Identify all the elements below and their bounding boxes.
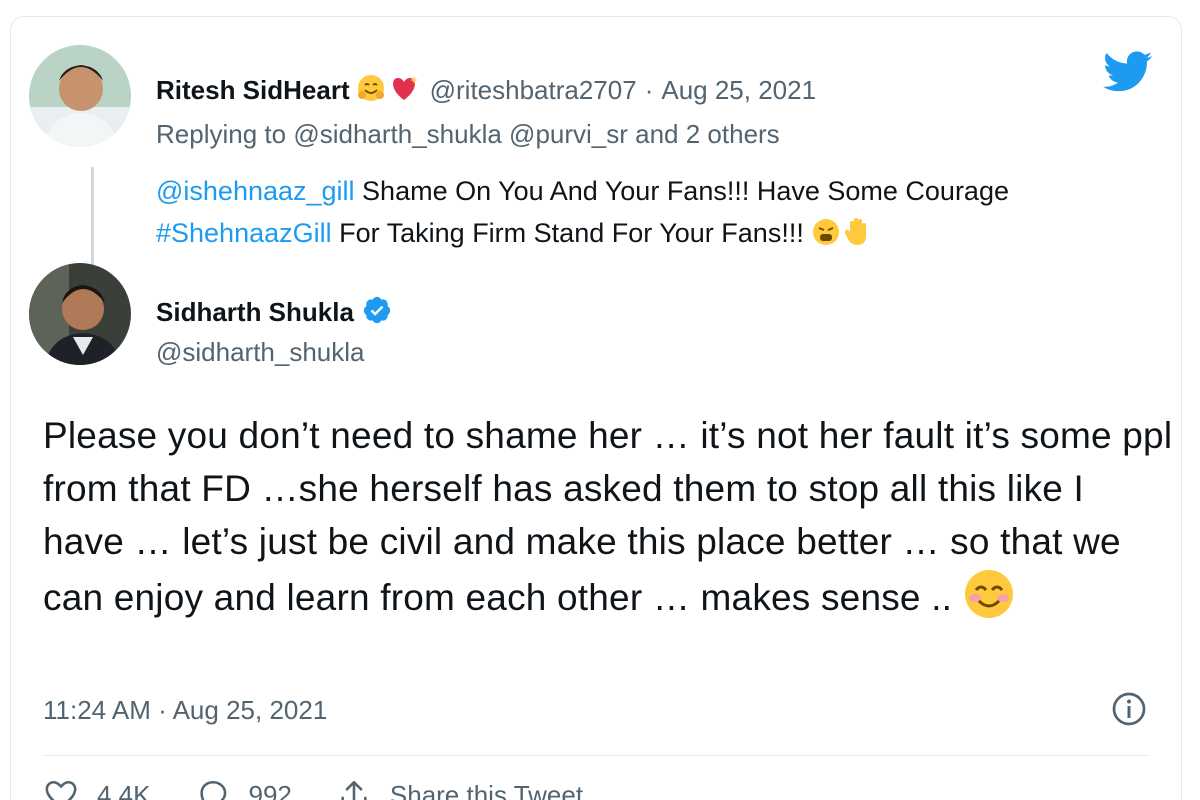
smiling-face-emoji-icon	[963, 568, 1015, 634]
heart-icon	[45, 780, 77, 800]
sparkling-heart-emoji-icon	[388, 73, 420, 108]
share-icon	[341, 780, 367, 800]
tweet-timestamp[interactable]: 11:24 AM · Aug 25, 2021	[43, 695, 327, 726]
reply-author-name[interactable]: Ritesh SidHeart	[156, 75, 350, 106]
replying-to-users[interactable]: @sidharth_shukla @purvi_sr and 2 others	[293, 119, 779, 149]
avatar-photo-icon	[29, 263, 131, 365]
reply-author-row: Ritesh SidHeart @riteshbatra2707 · Aug 2…	[156, 72, 816, 108]
twitter-bird-icon[interactable]	[1103, 51, 1153, 93]
like-button[interactable]: 4.4K	[43, 778, 151, 800]
reply-count: 992	[248, 779, 292, 800]
hashtag-link[interactable]: #ShehnaazGill	[156, 218, 332, 248]
reply-text-line1: Shame On You And Your Fans!!! Have Some …	[354, 176, 1009, 206]
share-label: Share this Tweet	[389, 779, 584, 800]
reply-button[interactable]: 992	[195, 778, 292, 800]
verified-badge-icon	[362, 295, 392, 330]
reply-author-avatar[interactable]	[29, 45, 131, 147]
reply-icon	[199, 780, 226, 800]
replying-to-line: Replying to @sidharth_shukla @purvi_sr a…	[156, 119, 780, 150]
reply-tweet-text: @ishehnaaz_gill Shame On You And Your Fa…	[156, 170, 1156, 259]
main-author-row: Sidharth Shukla	[156, 294, 392, 330]
mention-link[interactable]: @ishehnaaz_gill	[156, 176, 355, 206]
main-author-name[interactable]: Sidharth Shukla	[156, 297, 354, 328]
dot-separator: ·	[644, 74, 654, 105]
main-author-avatar[interactable]	[29, 263, 131, 365]
tweet-card: Ritesh SidHeart @riteshbatra2707 · Aug 2…	[10, 16, 1182, 800]
reply-date[interactable]: Aug 25, 2021	[661, 75, 816, 106]
reply-text-line2: For Taking Firm Stand For Your Fans!!!	[331, 218, 812, 248]
like-count: 4.4K	[97, 779, 151, 800]
share-button[interactable]: Share this Tweet	[336, 778, 583, 800]
action-bar: 4.4K 992 Share this Tweet	[43, 773, 627, 800]
main-author-handle[interactable]: @sidharth_shukla	[156, 337, 365, 368]
raised-hand-emoji-icon	[844, 217, 871, 259]
info-icon[interactable]	[1111, 691, 1147, 727]
reply-handle[interactable]: @riteshbatra2707	[430, 75, 637, 106]
main-tweet-text: Please you don’t need to shame her … it’…	[43, 409, 1173, 634]
thread-connector-line	[91, 167, 94, 269]
hugging-face-emoji-icon	[356, 73, 386, 108]
weary-face-emoji-icon	[811, 217, 841, 259]
avatar-photo-icon	[29, 45, 131, 147]
divider	[43, 755, 1149, 756]
replying-prefix: Replying to	[156, 119, 287, 149]
